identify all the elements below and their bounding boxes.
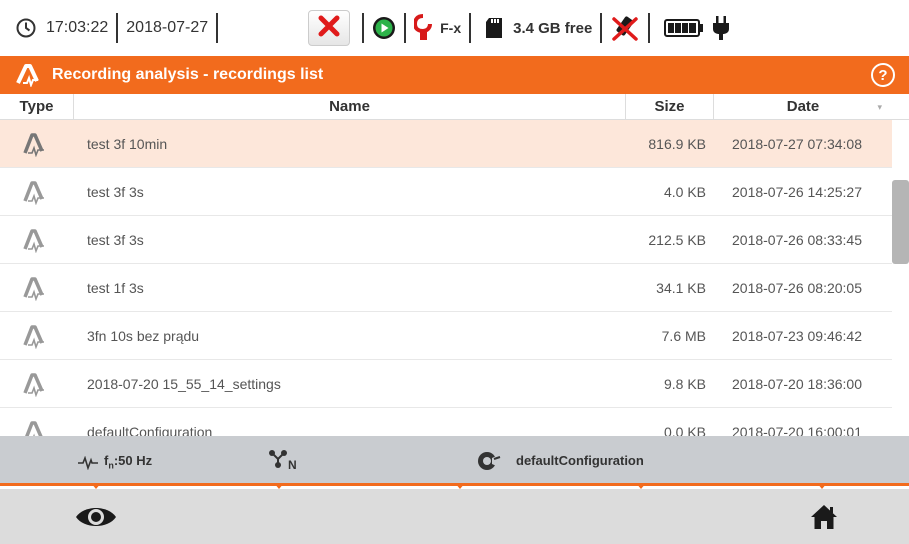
recording-file-icon (22, 179, 46, 206)
configuration-indicator: defaultConfiguration (476, 436, 644, 486)
recording-file-icon (22, 275, 46, 302)
divider (116, 13, 119, 43)
row-size: 4.0 KB (663, 184, 706, 200)
row-name: defaultConfiguration (87, 424, 213, 436)
column-header-type[interactable]: Type (0, 94, 74, 120)
recording-file-icon (22, 227, 46, 254)
row-date: 2018-07-26 14:25:27 (732, 184, 862, 200)
column-header-date-label: Date (786, 98, 820, 115)
info-bar: fn:50 Hz N defaultConfiguration (0, 436, 909, 486)
status-bar: 17:03:22 2018-07-27 F-x 3.4 GB free (0, 0, 909, 56)
row-date: 2018-07-20 16:00:01 (732, 424, 862, 436)
view-button[interactable] (72, 497, 120, 537)
scrollbar-thumb[interactable] (892, 180, 909, 264)
table-header: Type Name Size Date ▾ (0, 94, 909, 120)
table-row[interactable]: 2018-07-20 15_55_14_settings 9.8 KB 2018… (0, 360, 892, 408)
row-name: test 3f 10min (87, 136, 168, 152)
row-date: 2018-07-26 08:33:45 (732, 232, 862, 248)
frequency-indicator: fn:50 Hz (78, 436, 152, 491)
battery-icon (664, 0, 704, 56)
frequency-text: fn:50 Hz (104, 453, 153, 471)
network-type-indicator: N (268, 449, 297, 472)
row-size: 34.1 KB (656, 280, 706, 296)
row-name: 2018-07-20 15_55_14_settings (87, 376, 281, 392)
recording-analysis-icon (16, 63, 40, 87)
row-name: test 1f 3s (87, 280, 144, 296)
row-name: 3fn 10s bez prądu (87, 328, 200, 344)
row-name: test 3f 3s (87, 184, 144, 200)
page-title: Recording analysis - recordings list (52, 66, 324, 83)
row-size: 0.0 KB (663, 424, 706, 436)
divider (600, 13, 603, 43)
row-size: 212.5 KB (648, 232, 706, 248)
column-header-name[interactable]: Name (74, 94, 626, 120)
table-row[interactable]: 3fn 10s bez prądu 7.6 MB 2018-07-23 09:4… (0, 312, 892, 360)
status-time: 17:03:22 (46, 19, 109, 36)
configuration-name: defaultConfiguration (516, 453, 644, 468)
row-size: 7.6 MB (661, 328, 706, 344)
waveform-icon (78, 456, 98, 471)
clamp-icon (414, 0, 433, 56)
row-name: test 3f 3s (87, 232, 144, 248)
row-size: 9.8 KB (663, 376, 706, 392)
row-size: 816.9 KB (648, 136, 706, 152)
help-icon[interactable]: ? (871, 63, 895, 87)
recording-file-icon (22, 371, 46, 398)
table-row[interactable]: test 3f 3s 4.0 KB 2018-07-26 14:25:27 (0, 168, 892, 216)
clamp-type: F-x (440, 20, 462, 36)
column-header-size[interactable]: Size (626, 94, 714, 120)
usb-disconnected-icon (610, 0, 640, 56)
eye-icon (74, 503, 118, 531)
status-date: 2018-07-27 (126, 19, 209, 36)
row-date: 2018-07-23 09:46:42 (732, 328, 862, 344)
table-row[interactable]: test 1f 3s 34.1 KB 2018-07-26 08:20:05 (0, 264, 892, 312)
network-phase-icon (268, 449, 288, 472)
divider (404, 13, 407, 43)
row-date: 2018-07-27 07:34:08 (732, 136, 862, 152)
storage-free: 3.4 GB free (513, 19, 593, 37)
power-plug-icon (712, 0, 730, 56)
network-neutral-label: N (288, 458, 297, 472)
scrollbar-track[interactable] (892, 120, 909, 436)
divider (362, 13, 365, 43)
divider (648, 13, 651, 43)
clock-icon (16, 0, 36, 56)
row-date: 2018-07-20 18:36:00 (732, 376, 862, 392)
title-bar: Recording analysis - recordings list ? (0, 56, 909, 94)
home-icon (810, 504, 838, 530)
sort-descending-icon: ▾ (877, 102, 882, 112)
divider (469, 13, 472, 43)
recording-file-icon (22, 131, 46, 158)
column-header-date[interactable]: Date ▾ (714, 94, 892, 120)
configuration-gear-icon (476, 449, 502, 473)
recordings-list: test 3f 10min 816.9 KB 2018-07-27 07:34:… (0, 120, 892, 436)
footer-toolbar (0, 489, 909, 544)
stop-recording-button[interactable] (308, 10, 351, 46)
play-icon[interactable] (372, 0, 396, 56)
recording-file-icon (22, 323, 46, 350)
sd-card-icon (485, 0, 503, 56)
recording-file-icon (22, 419, 46, 436)
table-row[interactable]: defaultConfiguration 0.0 KB 2018-07-20 1… (0, 408, 892, 436)
table-row[interactable]: test 3f 10min 816.9 KB 2018-07-27 07:34:… (0, 120, 892, 168)
row-date: 2018-07-26 08:20:05 (732, 280, 862, 296)
close-icon (317, 14, 341, 43)
home-button[interactable] (806, 499, 842, 535)
divider (216, 13, 219, 43)
table-row[interactable]: test 3f 3s 212.5 KB 2018-07-26 08:33:45 (0, 216, 892, 264)
